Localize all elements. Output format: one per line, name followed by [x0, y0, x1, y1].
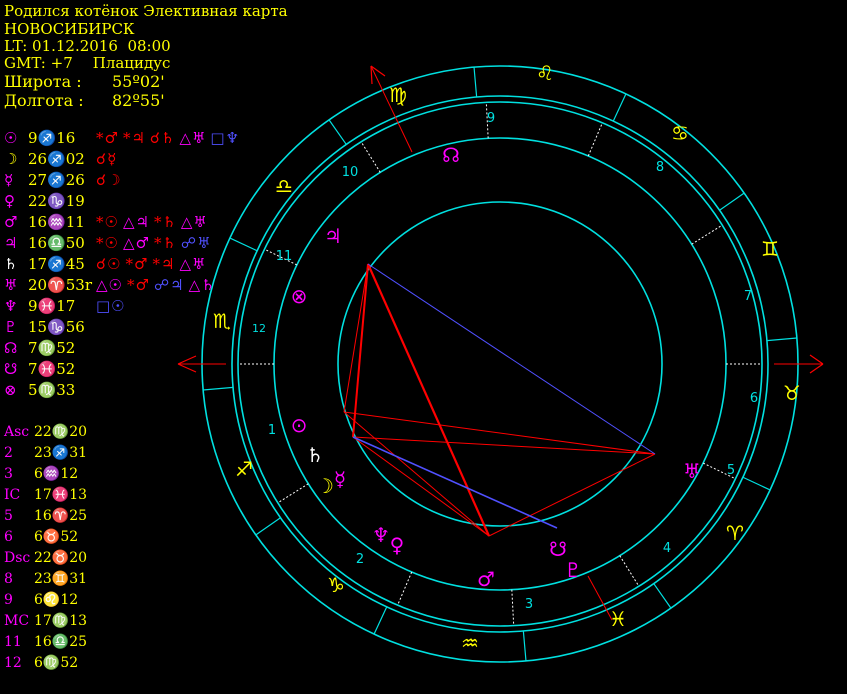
sign-divider: [719, 192, 745, 211]
sign-divider: [766, 337, 797, 342]
mc-axis-line: [370, 65, 413, 153]
planet-mercury-glyph: ☿: [334, 467, 346, 491]
planet-north-node-glyph: ☊: [442, 143, 460, 167]
house-outer-ring: [237, 101, 763, 627]
sign-divider: [203, 386, 234, 391]
house-cusp-line: [511, 589, 515, 626]
chart-wheel: 123456789101112♈♉♊♋♌♍♎♏♐♑♒♓⊙♄☽ ☿♆ ♀♂☋♇♅☊♃⊗: [177, 61, 824, 663]
aspect-line: [343, 411, 490, 537]
house-cusp-line: [397, 571, 413, 606]
house-number: 9: [487, 111, 495, 126]
sign-divider: [522, 630, 527, 661]
house-number: 4: [663, 541, 671, 556]
sign-divider: [612, 93, 627, 122]
house-number: 12: [252, 322, 266, 335]
house-number: 8: [656, 160, 664, 175]
aspect-line: [352, 436, 656, 455]
house-number: 3: [525, 597, 533, 612]
sign-divider: [473, 67, 478, 98]
planet-saturn-glyph: ♄: [306, 443, 324, 467]
house-number: 1: [268, 423, 276, 438]
house-number: 5: [727, 463, 735, 478]
aspect-line: [343, 411, 656, 455]
planet-neptune-glyph: ♆: [372, 523, 390, 547]
sign-divider: [653, 583, 672, 609]
house-number: 6: [750, 391, 758, 406]
house-cusp-line: [587, 122, 603, 157]
aspect-line: [352, 436, 490, 537]
zodiac-sign-glyph: ♒: [461, 631, 479, 655]
house-number: 2: [356, 552, 364, 567]
zodiac-sign-glyph: ♏: [213, 309, 231, 333]
planet-mars-glyph: ♂: [477, 567, 495, 591]
aspect-line: [366, 263, 491, 537]
zodiac-sign-glyph: ♋: [671, 121, 689, 145]
planet-uranus-glyph: ♅: [683, 459, 701, 483]
planet-moon-glyph: ☽: [316, 474, 334, 498]
zodiac-sign-glyph: ♓: [609, 607, 627, 631]
house-inner-ring: [273, 137, 727, 591]
sign-divider: [373, 606, 388, 635]
zodiac-sign-glyph: ♊: [761, 237, 779, 261]
zodiac-sign-glyph: ♑: [327, 573, 345, 597]
zodiac-sign-glyph: ♌: [536, 61, 554, 85]
aspect-line: [352, 436, 558, 529]
sign-divider: [229, 237, 258, 252]
sign-divider: [255, 517, 281, 536]
house-cusp-line: [619, 555, 640, 587]
aspect-line: [343, 263, 369, 413]
sign-divider: [742, 476, 771, 491]
sign-divider: [328, 119, 347, 145]
outer-ring: [201, 65, 799, 663]
zodiac-sign-glyph: ♉: [783, 381, 801, 405]
planet-venus-glyph: ♀: [390, 533, 405, 557]
house-cusp-line: [277, 483, 309, 504]
planet-fortune-glyph: ⊗: [291, 284, 308, 308]
planet-sun-glyph: ⊙: [291, 413, 308, 437]
house-number: 11: [276, 249, 293, 264]
planet-pluto-glyph: ♇: [564, 558, 582, 582]
zodiac-sign-glyph: ♎: [275, 174, 293, 198]
planet-jupiter-glyph: ♃: [324, 224, 342, 248]
zodiac-sign-glyph: ♍: [389, 83, 407, 107]
house-number: 7: [744, 289, 752, 304]
aspect-ring: [337, 201, 663, 527]
zodiac-inner-ring: [231, 95, 769, 633]
house-cusp-line: [691, 224, 723, 245]
aspect-line: [488, 453, 656, 537]
zodiac-sign-glyph: ♐: [235, 457, 253, 481]
zodiac-sign-glyph: ♈: [726, 521, 744, 545]
house-number: 10: [342, 165, 359, 180]
house-cusp-line: [360, 141, 381, 173]
